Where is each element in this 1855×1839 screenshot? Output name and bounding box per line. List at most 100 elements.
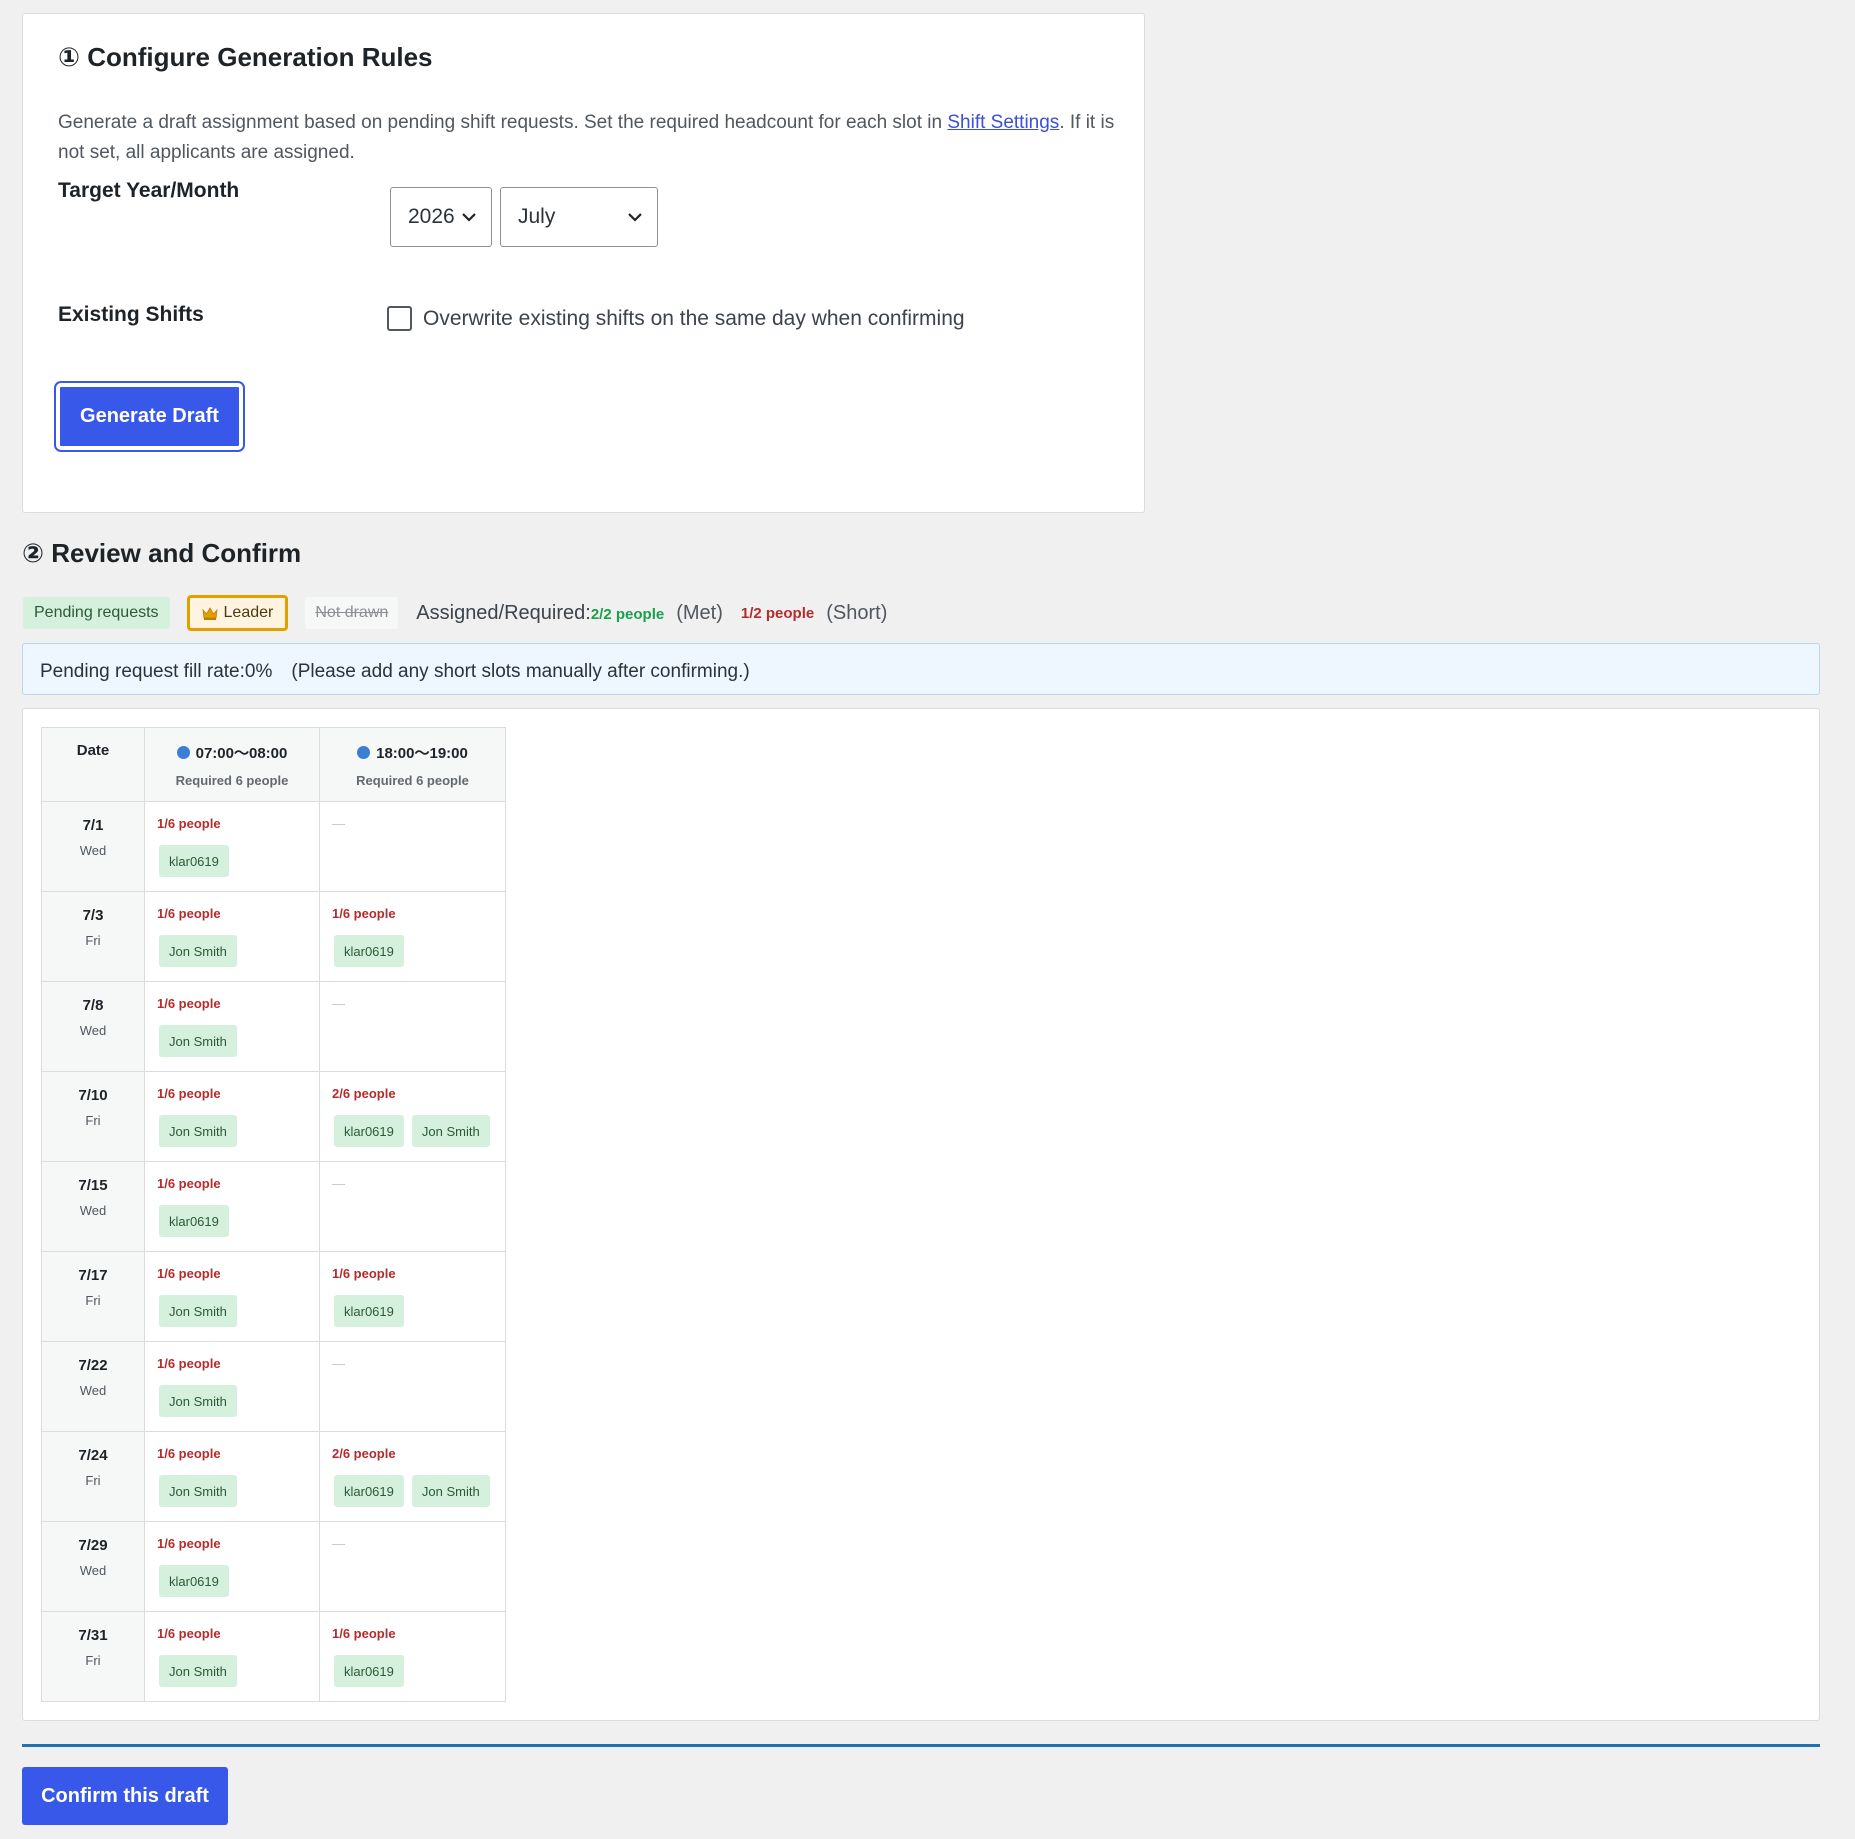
legend-short-value: 1/2 people — [740, 604, 815, 622]
assignee-chip[interactable]: klar0619 — [334, 1115, 404, 1147]
slot-cell: 1/6 people klar0619 — [144, 801, 320, 892]
slot-count: 1/6 people — [157, 1266, 221, 1281]
section1-description: Generate a draft assignment based on pen… — [58, 112, 1115, 163]
legend: Pending requests Leader Not drawn Assign… — [23, 595, 887, 631]
legend-met-text: (Met) — [676, 601, 723, 624]
date-cell: 7/1 Wed — [41, 801, 145, 892]
date-cell: 7/24 Fri — [41, 1431, 145, 1522]
date-cell: 7/10 Fri — [41, 1071, 145, 1162]
weekday-value: Wed — [79, 1203, 107, 1218]
slot-cell: 1/6 people klar0619 — [319, 891, 506, 982]
year-select[interactable]: 2026 — [390, 187, 492, 247]
table-row: 7/1 Wed 1/6 people klar0619 — — [41, 801, 506, 892]
slot-cell: 2/6 people klar0619 Jon Smith — [319, 1431, 506, 1522]
date-value: 7/8 — [82, 997, 104, 1014]
assignee-list: klar0619 Jon Smith — [332, 1115, 505, 1147]
section1-title: ① Configure Generation Rules — [58, 42, 433, 72]
legend-pending: Pending requests — [23, 597, 170, 629]
slot-cell: 1/6 people Jon Smith — [144, 1071, 320, 1162]
assignee-list: Jon Smith — [157, 1655, 319, 1687]
assignee-chip[interactable]: Jon Smith — [159, 1025, 237, 1057]
legend-not-drawn: Not drawn — [305, 597, 399, 629]
slot-cell: 2/6 people klar0619 Jon Smith — [319, 1071, 506, 1162]
slot-count: 1/6 people — [157, 906, 221, 921]
assignee-list: klar0619 — [157, 1565, 319, 1597]
overwrite-row: Overwrite existing shifts on the same da… — [387, 306, 965, 331]
assignee-chip[interactable]: klar0619 — [159, 1565, 229, 1597]
slot-count: 1/6 people — [332, 1266, 396, 1281]
slot-count: — — [332, 1176, 345, 1191]
assignee-list: klar0619 — [332, 1295, 505, 1327]
slot-cell: 1/6 people Jon Smith — [144, 1341, 320, 1432]
chevron-down-icon — [462, 213, 476, 222]
assignee-chip[interactable]: Jon Smith — [159, 1385, 237, 1417]
weekday-value: Fri — [85, 1113, 101, 1128]
slot-count: 1/6 people — [157, 996, 221, 1011]
existing-shifts-label: Existing Shifts — [58, 303, 204, 326]
assignee-list: klar0619 — [332, 935, 505, 967]
assignee-chip[interactable]: klar0619 — [159, 1205, 229, 1237]
month-select[interactable]: July — [500, 187, 658, 247]
assignee-list: Jon Smith — [157, 935, 319, 967]
assignee-chip[interactable]: klar0619 — [334, 1475, 404, 1507]
assignee-chip[interactable]: Jon Smith — [411, 1475, 490, 1507]
generation-rules-card: ① Configure Generation Rules Generate a … — [22, 13, 1145, 513]
slot-count: 1/6 people — [157, 1086, 221, 1101]
assignee-list: Jon Smith — [157, 1385, 319, 1417]
table-row: 7/15 Wed 1/6 people klar0619 — — [41, 1161, 506, 1252]
date-cell: 7/22 Wed — [41, 1341, 145, 1432]
date-value: 7/17 — [78, 1267, 108, 1284]
assignee-chip[interactable]: Jon Smith — [159, 1295, 237, 1327]
overwrite-checkbox[interactable] — [387, 306, 412, 331]
assignee-list: Jon Smith — [157, 1025, 319, 1057]
slot-count: — — [332, 996, 345, 1011]
assignee-chip[interactable]: klar0619 — [334, 1295, 404, 1327]
table-row: 7/17 Fri 1/6 people Jon Smith 1/6 people klar… — [41, 1251, 506, 1342]
weekday-value: Fri — [85, 933, 101, 948]
draft-table: Date 07:00〜08:00 Required 6 people 18:00… — [41, 727, 506, 1702]
assignee-chip[interactable]: klar0619 — [334, 935, 404, 967]
date-value: 7/10 — [78, 1087, 108, 1104]
assignee-chip[interactable]: Jon Smith — [411, 1115, 490, 1147]
target-year-month-label: Target Year/Month — [58, 179, 240, 202]
assignee-list: Jon Smith — [157, 1295, 319, 1327]
weekday-value: Wed — [79, 1563, 107, 1578]
shift-settings-link[interactable]: Shift Settings — [947, 112, 1059, 133]
confirm-draft-button[interactable]: Confirm this draft — [22, 1767, 228, 1825]
date-value: 7/29 — [78, 1537, 108, 1554]
assignee-list: klar0619 — [157, 1205, 319, 1237]
assignee-chip[interactable]: Jon Smith — [159, 1475, 237, 1507]
assignee-chip[interactable]: Jon Smith — [159, 935, 237, 967]
slot-cell: 1/6 people klar0619 — [319, 1251, 506, 1342]
slot-count: 1/6 people — [157, 1626, 221, 1641]
assignee-list: klar0619 Jon Smith — [332, 1475, 505, 1507]
section2-title: ② Review and Confirm — [22, 538, 302, 568]
slot-count: 1/6 people — [157, 1536, 221, 1551]
slot-count: 2/6 people — [332, 1086, 396, 1101]
slot-dot-icon — [357, 746, 371, 759]
assignee-chip[interactable]: klar0619 — [334, 1655, 404, 1687]
date-cell: 7/31 Fri — [41, 1611, 145, 1702]
assignee-chip[interactable]: klar0619 — [159, 845, 229, 877]
assignee-chip[interactable]: Jon Smith — [159, 1655, 237, 1687]
slot-count: 1/6 people — [332, 1626, 396, 1641]
assignee-list: klar0619 — [332, 1655, 505, 1687]
weekday-value: Wed — [79, 843, 107, 858]
slot-cell: 1/6 people klar0619 — [144, 1521, 320, 1612]
weekday-value: Fri — [85, 1653, 101, 1668]
slot-cell: — — [319, 1341, 506, 1432]
fill-rate-notice: Pending request fill rate:0% (Please add… — [22, 643, 1820, 695]
overwrite-label: Overwrite existing shifts on the same da… — [423, 306, 965, 330]
generate-draft-button[interactable]: Generate Draft — [54, 381, 245, 452]
legend-leader: Leader — [186, 595, 289, 631]
date-cell: 7/29 Wed — [41, 1521, 145, 1612]
slot-count: 1/6 people — [157, 1356, 221, 1371]
slot-cell: — — [319, 1161, 506, 1252]
slot-cell: 1/6 people klar0619 — [144, 1161, 320, 1252]
slot-count: 1/6 people — [157, 816, 221, 831]
draft-table-container: Date 07:00〜08:00 Required 6 people 18:00… — [22, 708, 1820, 1721]
slot-count: 1/6 people — [157, 1176, 221, 1191]
assignee-chip[interactable]: Jon Smith — [159, 1115, 237, 1147]
date-cell: 7/15 Wed — [41, 1161, 145, 1252]
legend-assigned-label: Assigned/Required:2/2 people — [416, 601, 665, 624]
